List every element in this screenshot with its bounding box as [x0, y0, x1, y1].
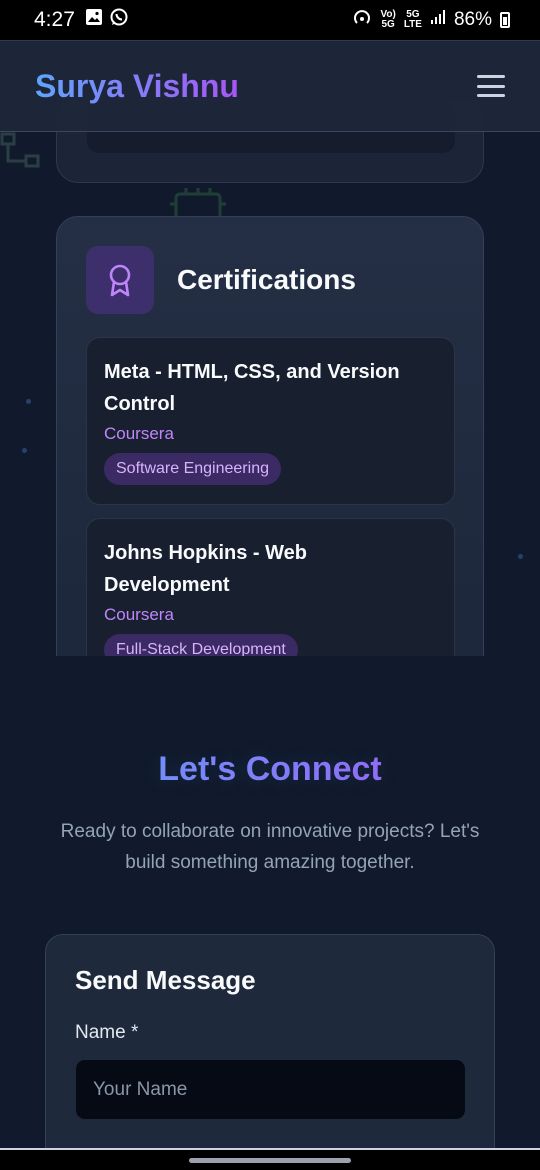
decor-dot — [22, 448, 27, 453]
certification-item: Meta - HTML, CSS, and Version Control Co… — [86, 337, 455, 505]
certification-issuer: Coursera — [104, 605, 174, 624]
name-label: Name * — [75, 1022, 139, 1043]
home-gesture-handle[interactable] — [189, 1158, 351, 1163]
whatsapp-icon — [109, 7, 129, 33]
network-diagram-icon — [0, 130, 44, 179]
certifications-header: Certifications — [86, 246, 356, 314]
status-bar: 4:27 Vo) 5G 5G LTE 86% — [0, 0, 540, 40]
connect-section: Let's Connect Ready to collaborate on in… — [0, 656, 540, 1170]
award-icon — [86, 246, 154, 314]
decor-dot — [26, 399, 31, 404]
connect-title: Let's Connect — [0, 750, 540, 789]
volte-icon: Vo) 5G — [380, 9, 396, 30]
form-title: Send Message — [75, 965, 256, 995]
name-input[interactable] — [75, 1059, 466, 1120]
battery-icon — [500, 12, 510, 28]
hotspot-icon — [352, 7, 372, 33]
connect-subtitle: Ready to collaborate on innovative proje… — [60, 821, 480, 873]
certification-issuer: Coursera — [104, 424, 174, 443]
status-time: 4:27 — [34, 8, 75, 31]
certification-item: Johns Hopkins - Web Development Coursera… — [86, 518, 455, 675]
network-type-icon: 5G LTE — [403, 9, 422, 30]
hamburger-icon[interactable] — [477, 75, 505, 97]
signal-icon — [430, 9, 446, 31]
certification-name: Meta - HTML, CSS, and Version Control — [104, 361, 400, 415]
certification-name: Johns Hopkins - Web Development — [104, 542, 307, 596]
brand-logo[interactable]: Surya Vishnu — [35, 68, 239, 105]
certification-tag: Software Engineering — [104, 453, 281, 485]
battery-percent: 86% — [453, 9, 492, 30]
site-header: Surya Vishnu — [0, 40, 540, 132]
decor-dot — [518, 554, 523, 559]
gallery-icon — [85, 8, 103, 32]
certifications-card: Certifications Meta - HTML, CSS, and Ver… — [56, 216, 484, 676]
certifications-title: Certifications — [177, 264, 356, 295]
contact-form: Send Message Name * — [45, 934, 495, 1170]
navigation-bar — [0, 1148, 540, 1170]
